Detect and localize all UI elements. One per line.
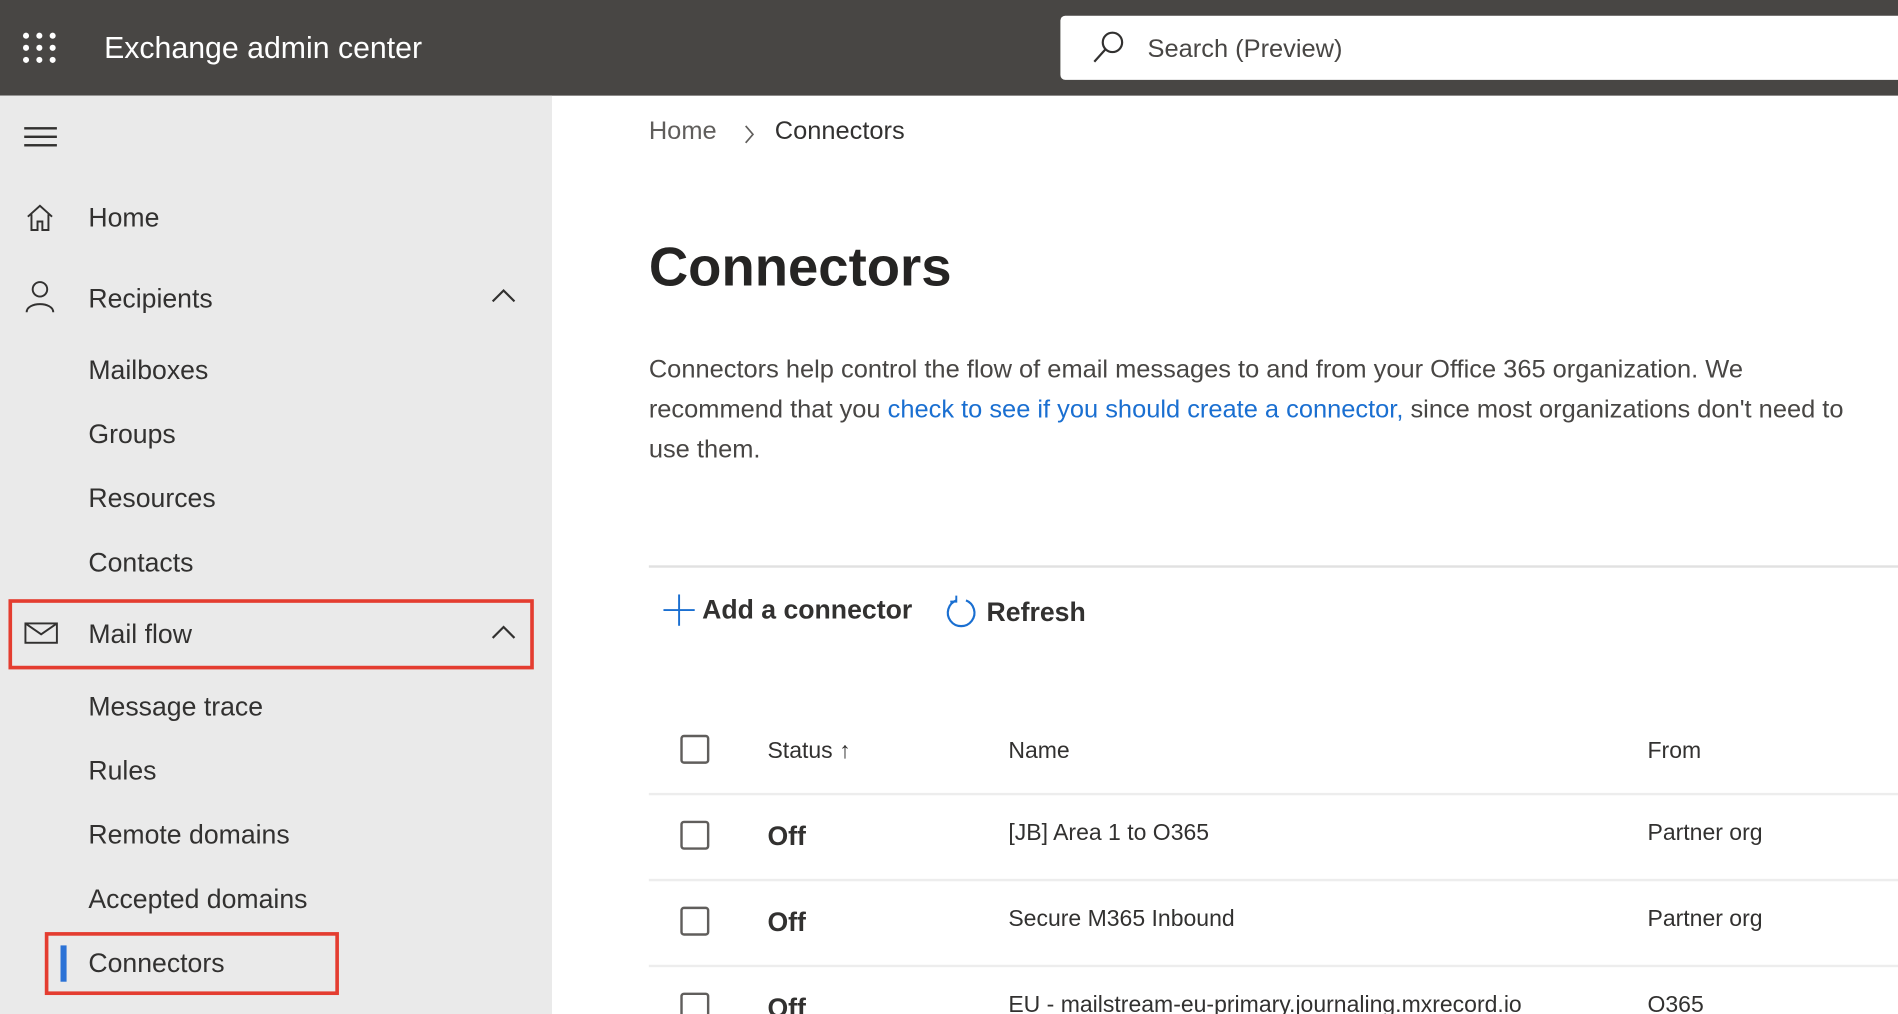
from-cell: O365 <box>1647 992 1704 1014</box>
status-cell: Off <box>767 906 806 937</box>
breadcrumb-current: Connectors <box>774 117 905 146</box>
person-icon <box>25 281 55 313</box>
sidebar-item-message-trace[interactable]: Message trace <box>88 691 263 722</box>
top-bar: Exchange admin center Search (Preview) <box>0 0 1898 96</box>
app-launcher-icon[interactable] <box>22 32 57 64</box>
refresh-button[interactable]: Refresh <box>945 594 1086 630</box>
hamburger-menu-icon[interactable] <box>24 127 57 149</box>
row-checkbox[interactable] <box>680 992 710 1014</box>
column-header-status[interactable]: Status ↑ <box>767 738 850 765</box>
sidebar-item-connectors[interactable]: Connectors <box>88 948 224 979</box>
select-all-checkbox[interactable] <box>680 734 710 764</box>
selected-indicator <box>60 945 67 982</box>
table-row[interactable]: Off [JB] Area 1 to O365 Partner org <box>648 794 1898 882</box>
name-cell[interactable]: EU - mailstream-eu-primary.journaling.mx… <box>1008 993 1521 1014</box>
name-cell[interactable]: Secure M365 Inbound <box>1008 907 1234 934</box>
sidebar-item-home[interactable]: Home <box>88 202 159 233</box>
sidebar-item-recipients[interactable]: Recipients <box>88 283 212 314</box>
plus-icon <box>663 594 695 626</box>
row-checkbox[interactable] <box>680 820 710 850</box>
sidebar: Home Recipients Mailboxes Groups Resourc… <box>0 95 552 1014</box>
chevron-up-icon[interactable] <box>490 287 517 304</box>
table-row[interactable]: Off EU - mailstream-eu-primary.journalin… <box>649 966 1898 1014</box>
sidebar-item-contacts[interactable]: Contacts <box>88 547 193 578</box>
app-title: Exchange admin center <box>104 31 423 66</box>
highlight-box <box>8 599 534 670</box>
chevron-up-icon[interactable] <box>490 623 517 640</box>
from-cell: Partner org <box>1647 906 1763 933</box>
mail-icon <box>24 622 58 644</box>
status-cell: Off <box>767 820 806 851</box>
sort-ascending-icon: ↑ <box>839 738 851 764</box>
search-placeholder: Search (Preview) <box>1147 35 1343 63</box>
page-title: Connectors <box>648 236 952 298</box>
status-cell: Off <box>767 992 806 1014</box>
add-connector-label: Add a connector <box>702 594 913 625</box>
search-input[interactable]: Search (Preview) <box>1060 15 1898 80</box>
divider <box>648 565 1898 568</box>
column-header-from[interactable]: From <box>1647 738 1701 765</box>
sidebar-item-groups[interactable]: Groups <box>88 419 175 450</box>
row-checkbox[interactable] <box>680 906 710 936</box>
sidebar-item-accepted-domains[interactable]: Accepted domains <box>88 884 307 915</box>
refresh-label: Refresh <box>986 596 1086 628</box>
add-connector-button[interactable]: Add a connector <box>663 594 913 626</box>
breadcrumb-home[interactable]: Home <box>649 117 717 146</box>
sidebar-item-mailboxes[interactable]: Mailboxes <box>88 355 208 386</box>
search-icon <box>1093 31 1124 63</box>
from-cell: Partner org <box>1647 820 1763 847</box>
sidebar-item-mail-flow[interactable]: Mail flow <box>88 619 192 650</box>
table-header: Status ↑ Name From <box>648 708 1898 796</box>
home-icon <box>27 204 53 231</box>
page-description: Connectors help control the flow of emai… <box>649 350 1872 470</box>
main-content: Home Connectors Connectors Connectors he… <box>552 96 1898 1014</box>
sidebar-item-rules[interactable]: Rules <box>88 755 156 786</box>
refresh-icon <box>946 595 976 628</box>
column-header-name[interactable]: Name <box>1008 738 1069 765</box>
name-cell[interactable]: [JB] Area 1 to O365 <box>1008 821 1209 848</box>
sidebar-item-remote-domains[interactable]: Remote domains <box>88 820 289 851</box>
chevron-right-icon <box>745 125 755 144</box>
table-row[interactable]: Off Secure M365 Inbound Partner org <box>648 880 1898 968</box>
sidebar-item-resources[interactable]: Resources <box>88 483 215 514</box>
create-connector-link[interactable]: check to see if you should create a conn… <box>888 396 1404 424</box>
